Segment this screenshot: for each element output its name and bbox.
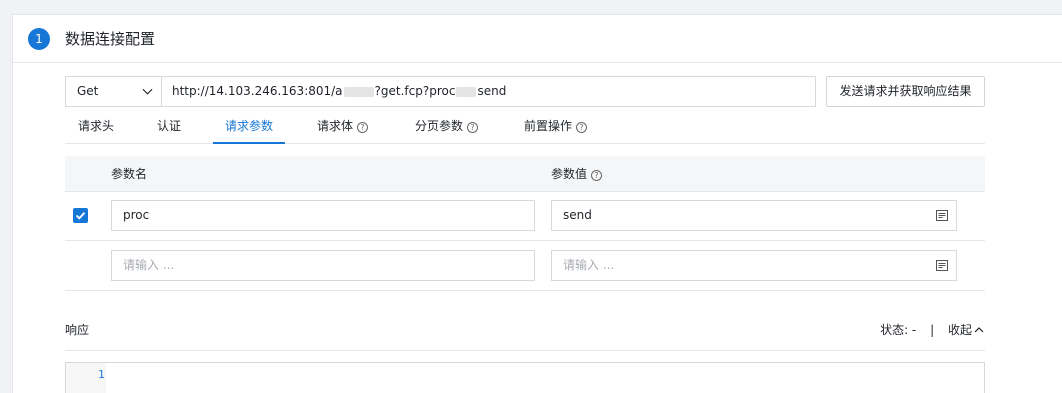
editor-icon[interactable] xyxy=(936,260,948,271)
response-label: 响应 xyxy=(65,323,90,337)
param-value-placeholder: 请输入 ... xyxy=(563,258,615,272)
tab-headers[interactable]: 请求头 xyxy=(78,111,114,144)
method-select[interactable]: Get xyxy=(65,76,161,107)
tab-pre-operations[interactable]: 前置操作? xyxy=(524,111,588,144)
help-circle-icon[interactable]: ? xyxy=(467,122,479,133)
tab-label: 前置操作 xyxy=(524,119,573,133)
active-tab-indicator xyxy=(213,142,285,144)
step-number-badge: 1 xyxy=(28,28,50,50)
separator: | xyxy=(930,323,935,337)
chevron-up-icon xyxy=(974,327,984,333)
tab-params[interactable]: 请求参数 xyxy=(225,111,273,144)
editor-icon[interactable] xyxy=(936,210,948,221)
column-header-value: 参数值? xyxy=(551,156,603,192)
url-text-part-1: http://14.103.246.163:801/a xyxy=(172,84,343,98)
column-header-name: 参数名 xyxy=(111,167,148,181)
tab-label: 请求头 xyxy=(78,119,115,133)
tab-auth[interactable]: 认证 xyxy=(157,111,181,144)
param-name-input[interactable]: proc xyxy=(111,200,535,231)
url-redacted-block xyxy=(456,86,477,97)
url-text-part-2: ?get.fcp?proc xyxy=(374,84,456,98)
tab-label: 分页参数 xyxy=(415,119,464,133)
tab-label: 请求体 xyxy=(317,119,354,133)
table-row: proc send xyxy=(65,192,985,241)
step-title: 数据连接配置 xyxy=(65,30,156,48)
request-tabs: 请求头 认证 请求参数 请求体? 分页参数? 前置操作? xyxy=(65,111,985,144)
checkbox-checked-icon[interactable] xyxy=(73,208,88,223)
url-redacted-block xyxy=(343,86,374,97)
table-row: 请输入 ... 请输入 ... xyxy=(65,242,985,291)
divider xyxy=(65,350,985,351)
method-value: Get xyxy=(77,84,99,98)
chevron-down-icon xyxy=(142,88,153,95)
param-value-input[interactable]: 请输入 ... xyxy=(551,250,957,281)
collapse-label: 收起 xyxy=(947,323,972,337)
param-name-input[interactable]: 请输入 ... xyxy=(111,250,535,281)
config-card: 1 数据连接配置 Get http://14.103.246.163:801/a… xyxy=(12,14,1062,393)
column-header-value-label: 参数值 xyxy=(551,167,588,181)
response-status: 状态: - xyxy=(880,323,917,337)
line-number: 1 xyxy=(98,368,105,381)
response-controls: 状态: - | 收起 xyxy=(880,321,984,339)
param-value-text: send xyxy=(563,208,592,222)
step-header: 1 数据连接配置 xyxy=(13,15,1062,63)
tab-label: 认证 xyxy=(157,119,182,133)
tab-body[interactable]: 请求体? xyxy=(317,111,369,144)
send-request-button[interactable]: 发送请求并获取响应结果 xyxy=(826,76,985,107)
help-circle-icon[interactable]: ? xyxy=(576,122,588,133)
table-header: 参数名 参数值? xyxy=(65,156,985,192)
response-code-editor[interactable]: 1 xyxy=(65,362,985,393)
help-circle-icon[interactable]: ? xyxy=(357,122,369,133)
help-circle-icon[interactable]: ? xyxy=(591,170,603,181)
tab-pagination[interactable]: 分页参数? xyxy=(415,111,479,144)
url-text-part-3: send xyxy=(477,84,507,98)
collapse-toggle[interactable]: 收起 xyxy=(948,323,984,337)
tab-label: 请求参数 xyxy=(225,119,274,133)
param-value-input[interactable]: send xyxy=(551,200,957,231)
url-input[interactable]: http://14.103.246.163:801/a ?get.fcp?proc… xyxy=(161,76,816,107)
